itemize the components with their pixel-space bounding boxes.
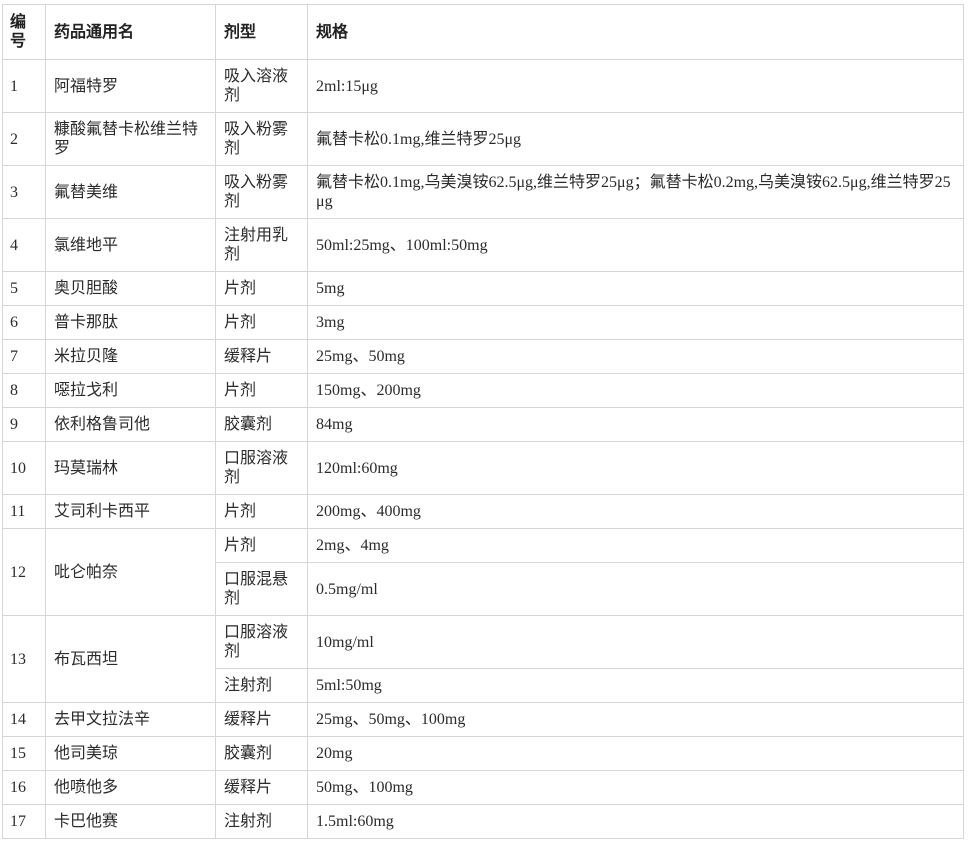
cell-dosage-form: 吸入粉雾剂 xyxy=(215,112,308,166)
cell-dosage-form: 口服混悬剂 xyxy=(215,562,308,616)
cell-dosage-form: 胶囊剂 xyxy=(215,407,308,442)
table-header: 编号 药品通用名 剂型 规格 xyxy=(2,4,964,60)
cell-dosage-form: 缓释片 xyxy=(215,770,308,805)
cell-id: 8 xyxy=(2,373,46,408)
cell-id: 2 xyxy=(2,112,46,166)
table-row: 5 奥贝胆酸 片剂 5mg xyxy=(2,271,964,306)
cell-id: 12 xyxy=(2,528,46,616)
cell-drug-name: 氟替美维 xyxy=(45,165,216,219)
cell-specification: 50mg、100mg xyxy=(307,770,964,805)
drug-table: 编号 药品通用名 剂型 规格 1 阿福特罗 吸入溶液剂 2ml:15μg 2 糠酸氟替卡松… xyxy=(2,4,964,839)
cell-id: 13 xyxy=(2,615,46,703)
table-row: 1 阿福特罗 吸入溶液剂 2ml:15μg xyxy=(2,59,964,113)
cell-specification: 氟替卡松0.1mg,乌美溴铵62.5μg,维兰特罗25μg；氟替卡松0.2mg,… xyxy=(307,165,964,219)
table-row: 12 吡仑帕奈 片剂 2mg、4mg xyxy=(2,528,964,616)
cell-id: 4 xyxy=(2,218,46,272)
cell-dosage-form: 片剂 xyxy=(215,494,308,529)
table-row: 13 布瓦西坦 口服溶液剂 10mg/ml xyxy=(2,615,964,703)
cell-id: 10 xyxy=(2,441,46,495)
cell-specification: 5ml:50mg xyxy=(307,668,964,703)
table-row: 16 他喷他多 缓释片 50mg、100mg xyxy=(2,770,964,805)
cell-dosage-form: 吸入粉雾剂 xyxy=(215,165,308,219)
cell-drug-name: 普卡那肽 xyxy=(45,305,216,340)
cell-specification: 5mg xyxy=(307,271,964,306)
cell-specification: 25mg、50mg xyxy=(307,339,964,374)
cell-id: 7 xyxy=(2,339,46,374)
cell-drug-name: 奥贝胆酸 xyxy=(45,271,216,306)
table-row: 14 去甲文拉法辛 缓释片 25mg、50mg、100mg xyxy=(2,702,964,737)
cell-id: 14 xyxy=(2,702,46,737)
cell-specification: 0.5mg/ml xyxy=(307,562,964,616)
cell-specification: 20mg xyxy=(307,736,964,771)
cell-drug-name: 糠酸氟替卡松维兰特罗 xyxy=(45,112,216,166)
cell-specification: 1.5ml:60mg xyxy=(307,804,964,839)
cell-id: 11 xyxy=(2,494,46,529)
table-row: 6 普卡那肽 片剂 3mg xyxy=(2,305,964,340)
cell-dosage-form: 胶囊剂 xyxy=(215,736,308,771)
cell-dosage-form: 吸入溶液剂 xyxy=(215,59,308,113)
cell-specification: 氟替卡松0.1mg,维兰特罗25μg xyxy=(307,112,964,166)
cell-id: 3 xyxy=(2,165,46,219)
cell-id: 9 xyxy=(2,407,46,442)
cell-specification: 84mg xyxy=(307,407,964,442)
cell-drug-name: 氯维地平 xyxy=(45,218,216,272)
cell-drug-name: 玛莫瑞林 xyxy=(45,441,216,495)
cell-specification: 25mg、50mg、100mg xyxy=(307,702,964,737)
header-id: 编号 xyxy=(2,4,46,60)
cell-drug-name: 依利格鲁司他 xyxy=(45,407,216,442)
cell-dosage-form: 缓释片 xyxy=(215,702,308,737)
cell-specification: 120ml:60mg xyxy=(307,441,964,495)
cell-id: 6 xyxy=(2,305,46,340)
cell-specification: 3mg xyxy=(307,305,964,340)
table-row: 3 氟替美维 吸入粉雾剂 氟替卡松0.1mg,乌美溴铵62.5μg,维兰特罗25μg；… xyxy=(2,165,964,219)
cell-specification: 10mg/ml xyxy=(307,615,964,669)
cell-dosage-form: 片剂 xyxy=(215,373,308,408)
cell-dosage-form: 片剂 xyxy=(215,528,308,563)
table-row: 9 依利格鲁司他 胶囊剂 84mg xyxy=(2,407,964,442)
cell-id: 1 xyxy=(2,59,46,113)
table-body: 1 阿福特罗 吸入溶液剂 2ml:15μg 2 糠酸氟替卡松维兰特罗 吸入粉雾剂 氟替卡松0.… xyxy=(2,59,964,839)
table-row: 7 米拉贝隆 缓释片 25mg、50mg xyxy=(2,339,964,374)
header-name: 药品通用名 xyxy=(45,4,216,60)
cell-dosage-form: 注射剂 xyxy=(215,804,308,839)
table-row: 8 噁拉戈利 片剂 150mg、200mg xyxy=(2,373,964,408)
cell-drug-name: 布瓦西坦 xyxy=(45,615,216,703)
table-row: 15 他司美琼 胶囊剂 20mg xyxy=(2,736,964,771)
cell-dosage-form: 片剂 xyxy=(215,271,308,306)
cell-specification: 150mg、200mg xyxy=(307,373,964,408)
header-spec: 规格 xyxy=(307,4,964,60)
table-row: 11 艾司利卡西平 片剂 200mg、400mg xyxy=(2,494,964,529)
cell-dosage-form: 口服溶液剂 xyxy=(215,441,308,495)
cell-specification: 2mg、4mg xyxy=(307,528,964,563)
cell-dosage-form: 缓释片 xyxy=(215,339,308,374)
cell-drug-name: 米拉贝隆 xyxy=(45,339,216,374)
cell-drug-name: 卡巴他赛 xyxy=(45,804,216,839)
table-row: 2 糠酸氟替卡松维兰特罗 吸入粉雾剂 氟替卡松0.1mg,维兰特罗25μg xyxy=(2,112,964,166)
cell-id: 17 xyxy=(2,804,46,839)
table-row: 4 氯维地平 注射用乳剂 50ml:25mg、100ml:50mg xyxy=(2,218,964,272)
header-row: 编号 药品通用名 剂型 规格 xyxy=(2,4,964,60)
cell-drug-name: 去甲文拉法辛 xyxy=(45,702,216,737)
cell-dosage-form: 片剂 xyxy=(215,305,308,340)
cell-drug-name: 吡仑帕奈 xyxy=(45,528,216,616)
header-id-label: 编号 xyxy=(10,14,27,50)
cell-drug-name: 阿福特罗 xyxy=(45,59,216,113)
cell-specification: 2ml:15μg xyxy=(307,59,964,113)
table-row: 17 卡巴他赛 注射剂 1.5ml:60mg xyxy=(2,804,964,839)
cell-drug-name: 他喷他多 xyxy=(45,770,216,805)
cell-dosage-form: 口服溶液剂 xyxy=(215,615,308,669)
cell-drug-name: 噁拉戈利 xyxy=(45,373,216,408)
cell-id: 15 xyxy=(2,736,46,771)
table-row: 10 玛莫瑞林 口服溶液剂 120ml:60mg xyxy=(2,441,964,495)
header-form: 剂型 xyxy=(215,4,308,60)
cell-id: 16 xyxy=(2,770,46,805)
cell-dosage-form: 注射剂 xyxy=(215,668,308,703)
cell-drug-name: 艾司利卡西平 xyxy=(45,494,216,529)
cell-dosage-form: 注射用乳剂 xyxy=(215,218,308,272)
cell-specification: 50ml:25mg、100ml:50mg xyxy=(307,218,964,272)
cell-drug-name: 他司美琼 xyxy=(45,736,216,771)
cell-specification: 200mg、400mg xyxy=(307,494,964,529)
cell-id: 5 xyxy=(2,271,46,306)
